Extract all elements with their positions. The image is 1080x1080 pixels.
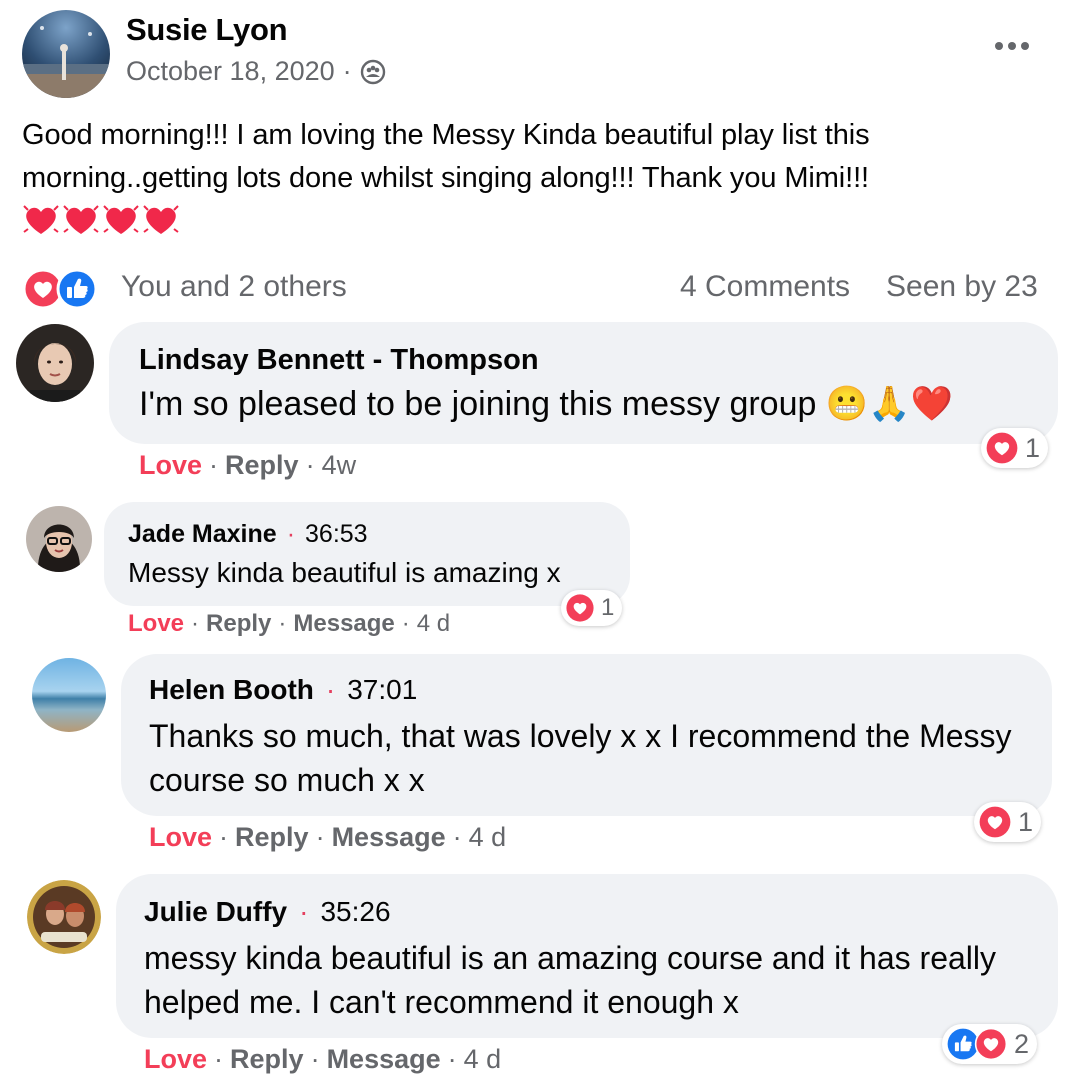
love-icon xyxy=(565,593,595,623)
message-button[interactable]: Message xyxy=(327,1044,441,1075)
reaction-count: 1 xyxy=(1018,806,1034,837)
heart-emoji xyxy=(142,202,180,238)
heart-emoji xyxy=(22,202,60,238)
message-button[interactable]: Message xyxy=(332,822,446,853)
more-options-button[interactable] xyxy=(990,28,1034,64)
comment-actions: Love · Reply · 4w xyxy=(139,450,356,481)
like-icon xyxy=(56,268,98,310)
action-separator: · xyxy=(310,1044,320,1074)
seen-by-count[interactable]: Seen by 23 xyxy=(886,270,1038,304)
action-separator: · xyxy=(452,822,462,852)
reaction-icons[interactable] xyxy=(22,268,98,310)
heart-emoji xyxy=(62,202,100,238)
post-meta: October 18, 2020 · xyxy=(126,56,386,87)
love-icon xyxy=(978,805,1012,839)
more-dot xyxy=(995,42,1003,50)
post-author-name[interactable]: Susie Lyon xyxy=(126,12,288,48)
video-timestamp[interactable]: 37:01 xyxy=(347,674,417,706)
love-icon xyxy=(985,431,1019,465)
action-separator: · xyxy=(209,450,219,480)
video-timestamp[interactable]: 36:53 xyxy=(305,520,368,549)
meta-separator: · xyxy=(342,56,352,86)
action-separator: · xyxy=(214,1044,224,1074)
action-separator: · xyxy=(315,822,325,852)
comment-header: Julie Duffy · 35:26 xyxy=(144,896,391,928)
action-separator: · xyxy=(278,610,287,637)
comment-bubble xyxy=(104,502,630,606)
reaction-count: 1 xyxy=(601,594,615,621)
love-button[interactable]: Love xyxy=(149,822,212,853)
reply-button[interactable]: Reply xyxy=(206,610,271,638)
comment-text: messy kinda beautiful is an amazing cour… xyxy=(144,940,996,1020)
comment-actions: Love · Reply · Message · 4 d xyxy=(128,610,450,638)
comment-reaction-badge[interactable]: 1 xyxy=(981,428,1049,468)
dot-separator: · xyxy=(286,520,296,548)
comments-count[interactable]: 4 Comments xyxy=(680,270,850,304)
reaction-summary-text[interactable]: You and 2 others xyxy=(121,270,347,304)
comment-reaction-badge[interactable]: 2 xyxy=(942,1024,1038,1064)
comment-age: 4 d xyxy=(468,822,507,852)
action-separator: · xyxy=(191,610,200,637)
action-separator: · xyxy=(447,1044,457,1074)
love-icon xyxy=(974,1027,1008,1061)
comment-age: 4 d xyxy=(416,610,451,637)
heart-emoji xyxy=(102,202,140,238)
love-button[interactable]: Love xyxy=(144,1044,207,1075)
love-button[interactable]: Love xyxy=(139,450,202,481)
commenter-name[interactable]: Julie Duffy xyxy=(144,896,287,928)
commenter-name[interactable]: Helen Booth xyxy=(149,674,314,706)
commenter-avatar[interactable] xyxy=(26,506,92,572)
more-dot xyxy=(1008,42,1016,50)
reply-button[interactable]: Reply xyxy=(235,822,309,853)
comment-reaction-badge[interactable]: 1 xyxy=(974,802,1042,842)
comment-reaction-badge[interactable]: 1 xyxy=(561,590,623,626)
more-dot xyxy=(1021,42,1029,50)
commenter-avatar[interactable] xyxy=(32,658,106,732)
love-button[interactable]: Love xyxy=(128,610,184,638)
post-text: Good morning!!! I am loving the Messy Ki… xyxy=(22,119,870,194)
post-date[interactable]: October 18, 2020 xyxy=(126,56,335,87)
comment-header: Jade Maxine · 36:53 xyxy=(128,520,368,549)
commenter-name[interactable]: Lindsay Bennett - Thompson xyxy=(139,344,539,377)
comment-age: 4w xyxy=(321,450,357,480)
comment-age: 4 d xyxy=(463,1044,502,1074)
comment-text: Messy kinda beautiful is amazing x xyxy=(128,557,561,588)
commenter-avatar[interactable] xyxy=(16,324,94,402)
post-emoji-row xyxy=(22,202,180,238)
commenter-name[interactable]: Jade Maxine xyxy=(128,520,277,549)
comment-actions: Love · Reply · Message · 4 d xyxy=(144,1044,501,1075)
dot-separator: · xyxy=(299,896,309,927)
reply-button[interactable]: Reply xyxy=(230,1044,304,1075)
action-separator: · xyxy=(305,450,315,480)
group-icon xyxy=(360,59,386,85)
commenter-avatar[interactable] xyxy=(27,880,101,954)
reply-button[interactable]: Reply xyxy=(225,450,299,481)
reaction-count: 1 xyxy=(1025,432,1041,463)
author-avatar[interactable] xyxy=(22,10,110,98)
action-separator: · xyxy=(401,610,410,637)
comment-header: Helen Booth · 37:01 xyxy=(149,674,417,706)
comment-text: I'm so pleased to be joining this messy … xyxy=(139,385,953,423)
reaction-count: 2 xyxy=(1014,1028,1030,1059)
action-separator: · xyxy=(219,822,229,852)
message-button[interactable]: Message xyxy=(293,610,394,638)
comment-actions: Love · Reply · Message · 4 d xyxy=(149,822,506,853)
comment-bubble xyxy=(109,322,1058,444)
video-timestamp[interactable]: 35:26 xyxy=(320,896,390,928)
dot-separator: · xyxy=(325,674,336,705)
comment-text: Thanks so much, that was lovely x x I re… xyxy=(149,718,1012,798)
